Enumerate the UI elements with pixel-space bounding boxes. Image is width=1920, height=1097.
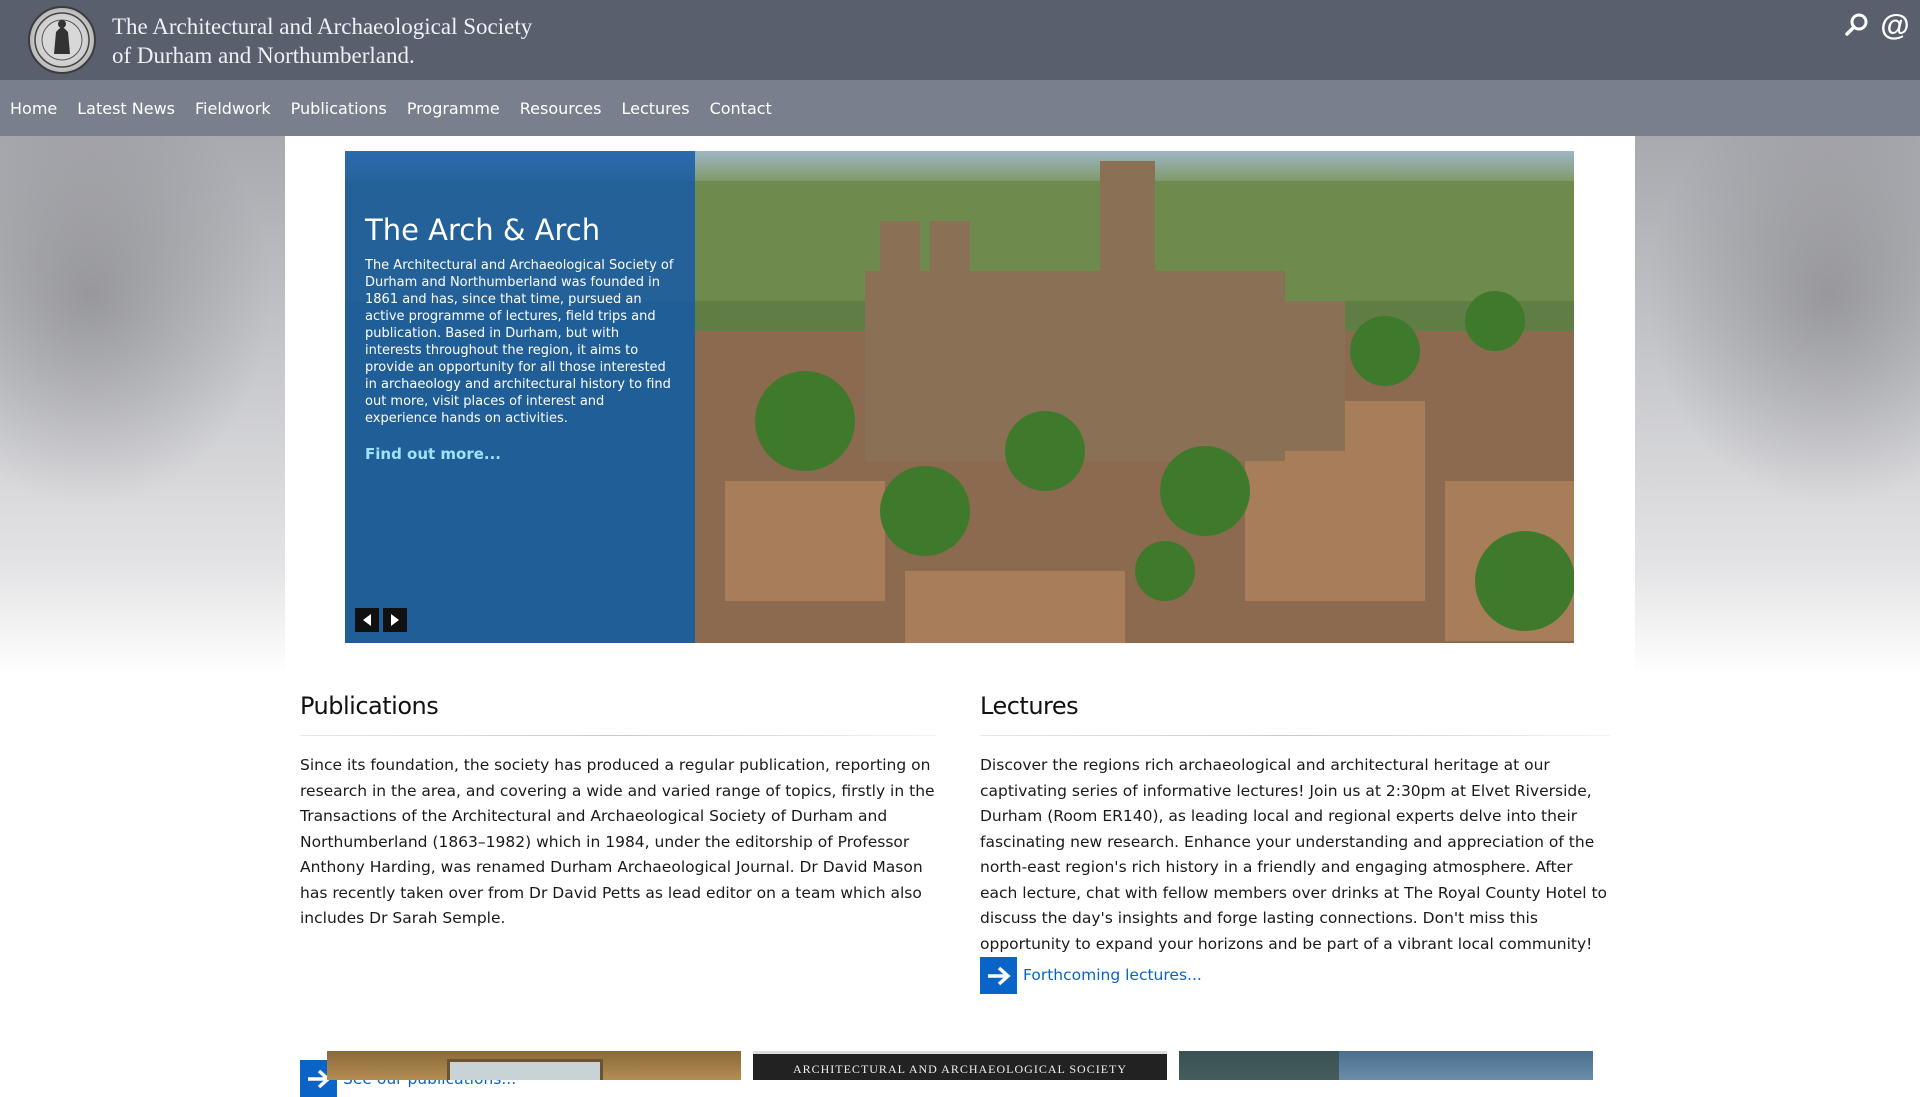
arrow-right-icon xyxy=(980,957,1017,994)
at-icon[interactable]: @ xyxy=(1878,11,1912,41)
lectures-section: Lectures Discover the regions rich archa… xyxy=(980,691,1610,994)
thumbnail-journal-cover[interactable]: ARCHITECTURAL AND ARCHAEOLOGICAL SOCIETY xyxy=(753,1051,1167,1080)
publications-heading: Publications xyxy=(300,692,439,720)
publications-section: Publications Since its foundation, the s… xyxy=(300,691,937,1097)
nav-item-fieldwork[interactable]: Fieldwork xyxy=(195,99,271,118)
nav-item-contact[interactable]: Contact xyxy=(710,99,772,118)
journal-cover-text: ARCHITECTURAL AND ARCHAEOLOGICAL SOCIETY xyxy=(792,1062,1128,1076)
site-title[interactable]: The Architectural and Archaeological Soc… xyxy=(112,12,632,70)
site-title-line-1: The Architectural and Archaeological Soc… xyxy=(112,14,533,39)
forthcoming-lectures-label: Forthcoming lectures... xyxy=(1023,965,1202,984)
thumbnail-tree xyxy=(1179,1051,1339,1080)
nav-item-latest-news[interactable]: Latest News xyxy=(77,99,175,118)
nav-item-publications[interactable]: Publications xyxy=(291,99,387,118)
publications-text: Since its foundation, the society has pr… xyxy=(300,756,935,927)
arrow-right-icon xyxy=(391,614,399,626)
slider-next-button[interactable] xyxy=(383,608,407,632)
thumbnail-lecture-room[interactable] xyxy=(327,1051,741,1080)
nav-item-programme[interactable]: Programme xyxy=(407,99,500,118)
publications-divider xyxy=(300,735,937,736)
nav-item-home[interactable]: Home xyxy=(10,99,57,118)
slide-text: The Architectural and Archaeological Soc… xyxy=(365,258,674,426)
site-title-line-2: of Durham and Northumberland. xyxy=(112,43,415,68)
lectures-heading: Lectures xyxy=(980,692,1079,720)
society-seal-logo[interactable] xyxy=(28,6,96,74)
lectures-divider xyxy=(980,735,1610,736)
lectures-text: Discover the regions rich archaeological… xyxy=(980,756,1608,953)
main-nav: Home Latest News Fieldwork Publications … xyxy=(0,80,1920,136)
search-icon[interactable] xyxy=(1842,12,1872,43)
thumbnail-fieldwork[interactable] xyxy=(1179,1051,1593,1080)
hero-slider: The Arch & Arch The Architectural and Ar… xyxy=(345,151,1574,643)
slider-prev-button[interactable] xyxy=(355,608,379,632)
nav-item-lectures[interactable]: Lectures xyxy=(621,99,689,118)
slide-caption: The Arch & Arch The Architectural and Ar… xyxy=(345,151,695,643)
slide-heading: The Arch & Arch xyxy=(365,213,601,247)
find-out-more-link[interactable]: Find out more... xyxy=(365,445,675,463)
lectures-paragraph: Discover the regions rich archaeological… xyxy=(980,753,1610,994)
arrow-left-icon xyxy=(363,614,371,626)
content-panel: The Arch & Arch The Architectural and Ar… xyxy=(285,136,1635,1097)
forthcoming-lectures-link[interactable]: Forthcoming lectures... xyxy=(980,957,1202,994)
thumbnail-window xyxy=(447,1059,603,1080)
site-header: The Architectural and Archaeological Soc… xyxy=(0,0,1920,80)
nav-item-resources[interactable]: Resources xyxy=(520,99,602,118)
